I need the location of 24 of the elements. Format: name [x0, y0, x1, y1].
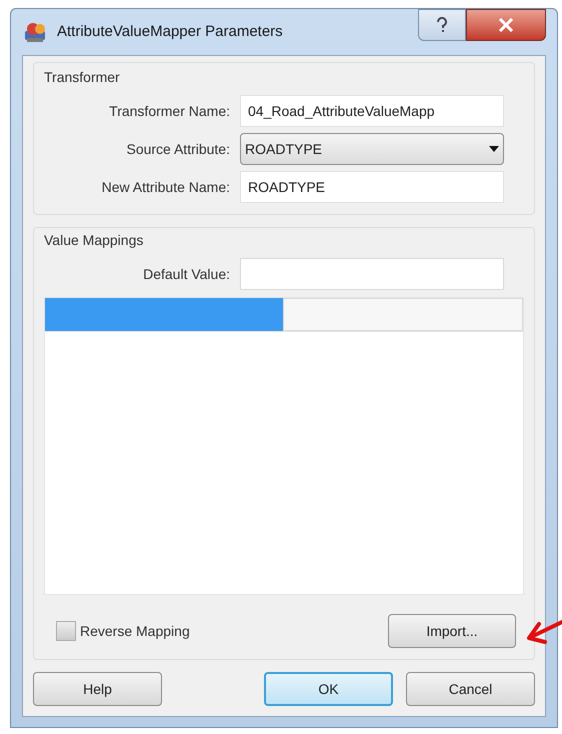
window-title: AttributeValueMapper Parameters [57, 22, 283, 42]
help-title-button[interactable] [418, 9, 466, 41]
question-mark-icon [436, 17, 448, 33]
text-field[interactable]: ROADTYPE [240, 171, 504, 203]
field-label: Default Value: [142, 264, 231, 284]
field-label: New Attribute Name: [100, 178, 231, 196]
dialog-button[interactable]: Cancel [406, 672, 535, 706]
column-header[interactable] [45, 298, 283, 331]
close-icon [498, 18, 514, 32]
dialog-button[interactable]: OK [264, 672, 393, 706]
field-label: Transformer Name: [108, 102, 231, 120]
close-button[interactable] [466, 9, 546, 41]
reverse-mapping-checkbox[interactable] [56, 621, 76, 641]
field-label: Source Attribute: [125, 140, 231, 158]
dialog-button[interactable]: Help [33, 672, 162, 706]
import-button[interactable]: Import... [388, 614, 516, 648]
caret-icon [489, 146, 499, 152]
column-header[interactable] [283, 298, 523, 331]
checkbox-label: Reverse Mapping [80, 622, 190, 641]
group-title: Transformer [44, 68, 121, 87]
group-title: Value Mappings [44, 231, 144, 250]
default-value-field[interactable] [240, 258, 504, 290]
text-field[interactable]: 04_Road_AttributeValueMapp [240, 95, 504, 127]
source-attribute-dropdown[interactable]: ROADTYPE [240, 133, 504, 165]
